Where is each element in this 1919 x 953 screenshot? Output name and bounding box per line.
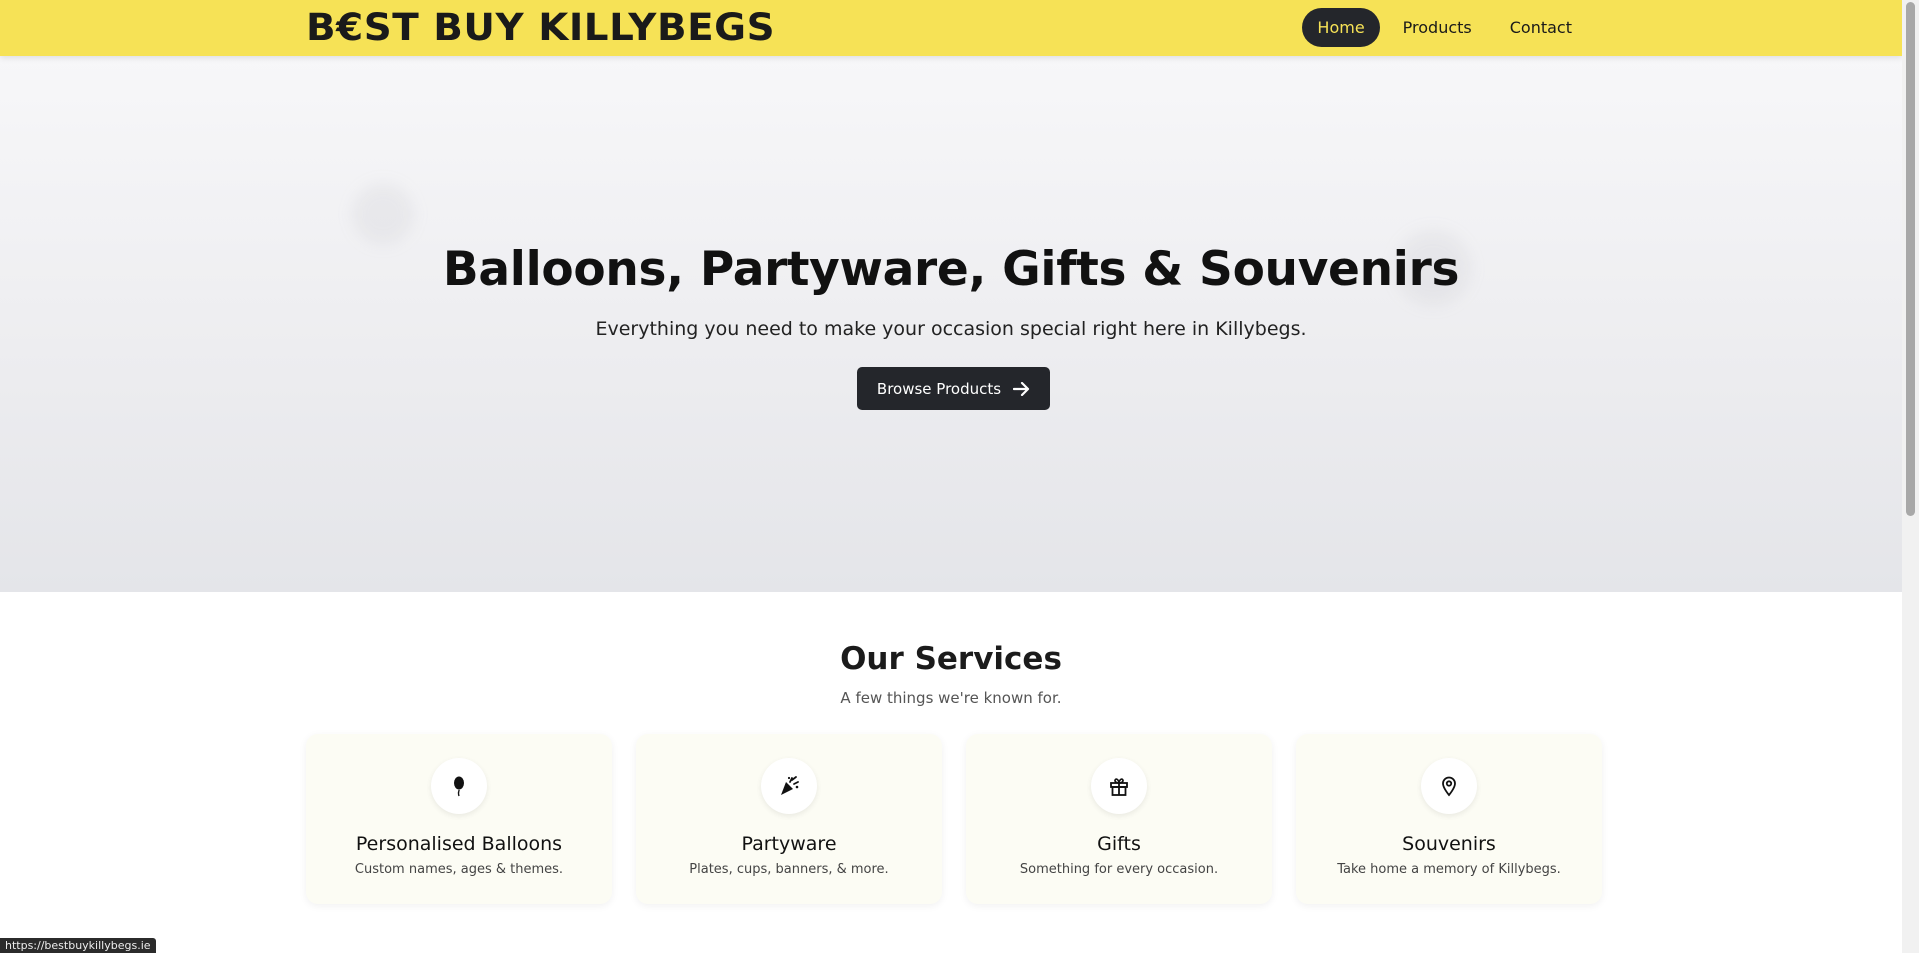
balloon-icon [431,758,487,814]
hero-subtitle: Everything you need to make your occasio… [595,318,1307,340]
browse-products-button[interactable]: Browse Products [857,367,1050,410]
nav-link-home[interactable]: Home [1302,8,1380,47]
card-title: Personalised Balloons [355,833,563,855]
service-card-souvenirs[interactable]: Souvenirs Take home a memory of Killybeg… [1296,734,1602,904]
card-description: Something for every occasion. [1019,862,1219,877]
service-card-gifts[interactable]: Gifts Something for every occasion. [966,734,1272,904]
nav-link-contact[interactable]: Contact [1495,8,1587,47]
scrollbar-thumb[interactable] [1906,2,1915,516]
party-popper-icon [761,758,817,814]
gift-icon [1091,758,1147,814]
page: B€ST BUY KILLYBEGS Home Products Contact… [0,0,1902,953]
decorative-blob [353,184,413,244]
status-bar-url: https://bestbuykillybegs.ie [0,938,156,953]
services-title: Our Services [840,641,1062,677]
service-card-partyware[interactable]: Partyware Plates, cups, banners, & more. [636,734,942,904]
services-subtitle: A few things we're known for. [840,689,1062,707]
card-title: Souvenirs [1402,833,1496,855]
card-title: Partyware [741,833,837,855]
brand-logo[interactable]: B€ST BUY KILLYBEGS [306,6,775,50]
service-card-balloons[interactable]: Personalised Balloons Custom names, ages… [306,734,612,904]
services-cards: Personalised Balloons Custom names, ages… [306,734,1602,904]
nav-link-products[interactable]: Products [1388,8,1487,47]
navbar: B€ST BUY KILLYBEGS Home Products Contact [0,0,1902,56]
hero-section: Balloons, Partyware, Gifts & Souvenirs E… [0,56,1902,592]
browse-products-label: Browse Products [876,379,1002,398]
vertical-scrollbar[interactable] [1902,0,1919,953]
hero-title: Balloons, Partyware, Gifts & Souvenirs [442,242,1460,297]
arrow-right-icon [1013,381,1030,396]
map-pin-icon [1421,758,1477,814]
card-description: Take home a memory of Killybegs. [1337,862,1561,877]
card-description: Plates, cups, banners, & more. [689,862,889,877]
card-title: Gifts [1097,833,1141,855]
nav-links: Home Products Contact [1302,8,1587,47]
card-description: Custom names, ages & themes. [354,862,564,877]
